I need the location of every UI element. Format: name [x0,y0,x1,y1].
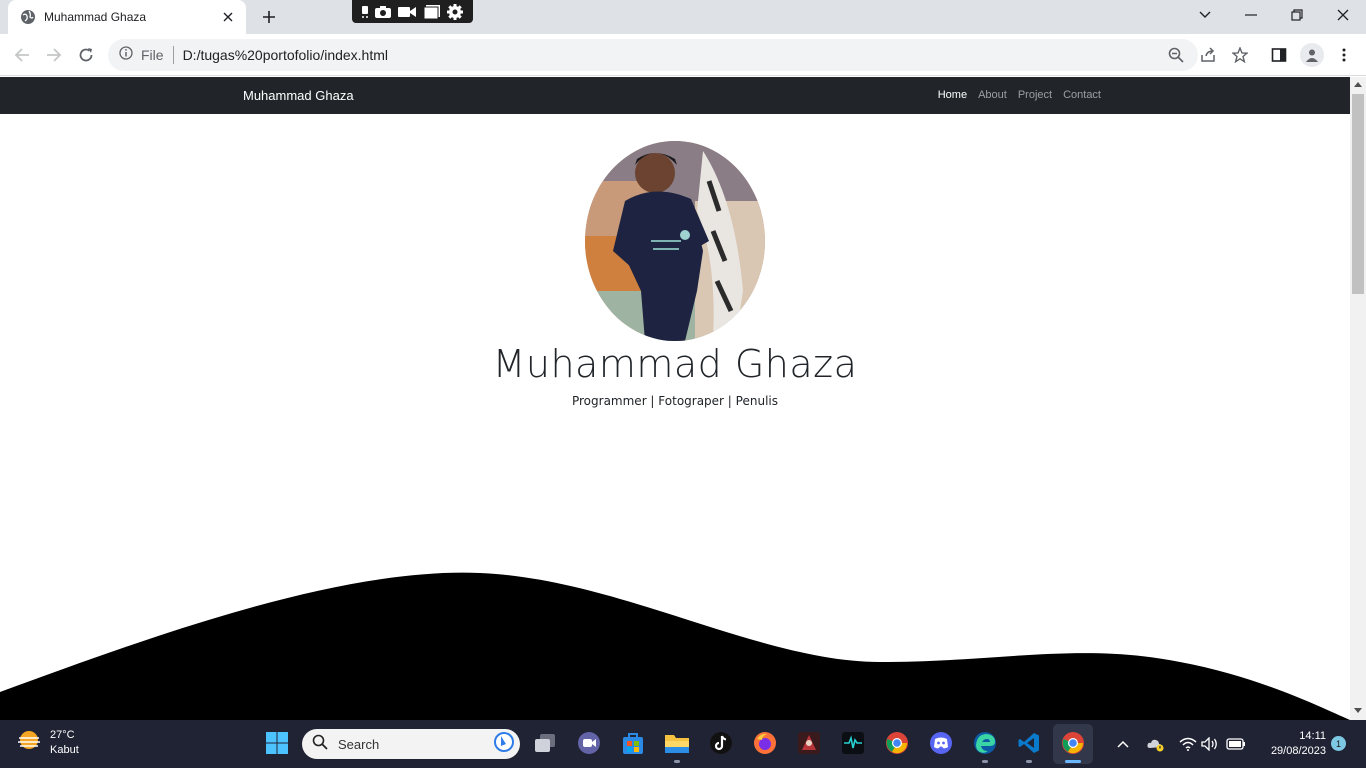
camera-icon[interactable] [374,5,392,19]
task-view-icon[interactable] [532,730,558,756]
teams-icon[interactable] [576,730,602,756]
screen-recorder-toolbar [352,0,473,23]
tab-search-icon[interactable] [1182,0,1228,30]
address-scheme-label: File [141,47,164,63]
system-clock[interactable]: 14:11 29/08/2023 [1256,729,1326,759]
store-icon[interactable] [620,730,646,756]
gear-icon[interactable] [446,3,464,21]
taskbar-search[interactable]: Search [302,729,520,759]
address-bar[interactable]: File D:/tugas%20portofolio/index.html [108,39,1198,71]
globe-icon [20,9,36,25]
edge-icon[interactable] [972,730,998,756]
browser-titlebar: Muhammad Ghaza [0,0,1366,34]
page-scrollbar[interactable] [1350,77,1366,720]
hero-name: Muhammad Ghaza [492,342,858,386]
browser-tab[interactable]: Muhammad Ghaza [8,0,246,34]
onedrive-icon[interactable] [1146,734,1166,754]
clock-time: 14:11 [1299,730,1326,742]
tiktok-icon[interactable] [708,730,734,756]
wifi-icon[interactable] [1178,734,1198,754]
video-record-icon[interactable] [397,5,417,19]
close-window-button[interactable] [1320,0,1366,30]
game-icon[interactable] [796,730,822,756]
running-indicator [1026,760,1032,763]
vscode-icon[interactable] [1016,730,1042,756]
url-text[interactable]: D:/tugas%20portofolio/index.html [183,47,388,63]
tab-title: Muhammad Ghaza [44,10,147,24]
search-placeholder: Search [338,736,380,752]
zoom-icon[interactable] [1165,44,1187,66]
nav-link-home[interactable]: Home [938,89,967,101]
weather-temperature: 27°C [50,729,75,741]
recorder-handle-icon[interactable] [361,4,369,20]
firefox-icon[interactable] [752,730,778,756]
bing-icon[interactable] [494,731,514,757]
start-icon[interactable] [264,730,290,756]
share-icon[interactable] [1197,44,1219,66]
hero-subtitle: Programmer | Fotograper | Penulis [571,394,778,408]
site-navbar: Muhammad Ghaza Home About Project Contac… [0,77,1350,114]
weather-fog-icon [16,729,42,758]
file-explorer-icon[interactable] [664,730,690,756]
chevron-up-icon[interactable] [1113,734,1133,754]
windows-taskbar: 27°C Kabut Search 14:11 29/08/2023 1 [0,720,1366,768]
tab-close-icon[interactable] [220,9,236,25]
bookmark-star-icon[interactable] [1229,44,1251,66]
nav-link-contact[interactable]: Contact [1063,89,1101,101]
side-panel-icon[interactable] [1268,44,1290,66]
discord-icon[interactable] [928,730,954,756]
clock-date: 29/08/2023 [1270,745,1326,757]
scrollbar-thumb[interactable] [1352,94,1364,294]
browser-toolbar: File D:/tugas%20portofolio/index.html [0,34,1366,76]
volume-icon[interactable] [1200,734,1220,754]
reload-button[interactable] [75,44,97,66]
chrome-icon[interactable] [1060,730,1086,756]
page-viewport: Muhammad Ghaza Home About Project Contac… [0,77,1350,720]
chrome-icon[interactable] [884,730,910,756]
audio-app-icon[interactable] [840,730,866,756]
site-brand[interactable]: Muhammad Ghaza [243,88,354,103]
running-indicator [982,760,988,763]
notification-badge[interactable]: 1 [1331,736,1346,751]
nav-link-about[interactable]: About [978,89,1007,101]
weather-condition: Kabut [50,744,79,756]
active-indicator [1065,760,1081,763]
site-nav-links: Home About Project Contact [938,89,1101,101]
nav-link-project[interactable]: Project [1018,89,1052,101]
minimize-button[interactable] [1228,0,1274,30]
running-indicator [674,760,680,763]
more-menu-icon[interactable] [1333,44,1355,66]
scroll-down-arrow-icon[interactable] [1354,707,1362,715]
weather-widget[interactable]: 27°C Kabut [16,728,79,758]
window-capture-icon[interactable] [423,4,441,20]
profile-photo [585,141,765,341]
profile-avatar[interactable] [1300,43,1324,67]
forward-button[interactable] [43,44,65,66]
battery-icon[interactable] [1226,734,1246,754]
decorative-wave [0,572,1350,720]
scroll-up-arrow-icon[interactable] [1354,80,1362,88]
address-divider [172,46,174,64]
info-icon[interactable] [119,45,133,65]
new-tab-button[interactable] [259,7,279,27]
back-button[interactable] [11,44,33,66]
restore-button[interactable] [1274,0,1320,30]
search-icon [312,734,328,755]
